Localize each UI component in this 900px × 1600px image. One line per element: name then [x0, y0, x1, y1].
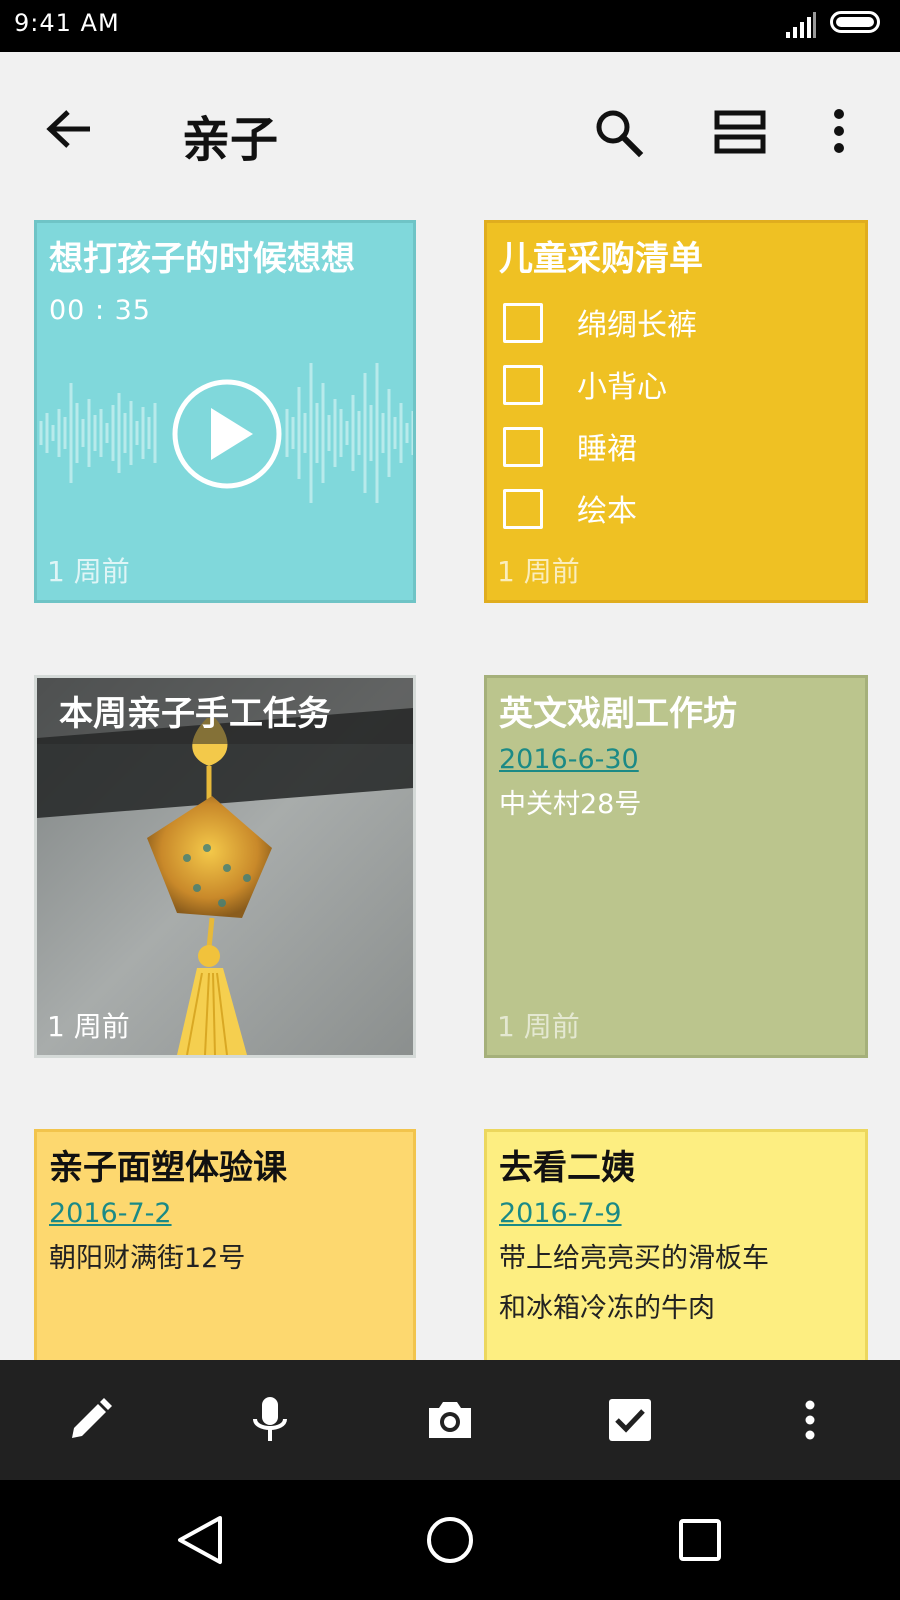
camera-icon — [429, 1402, 471, 1438]
app-toolbar: 亲子 — [0, 52, 900, 212]
checkbox[interactable] — [503, 427, 543, 467]
event-date-link[interactable]: 2016-6-30 — [499, 744, 639, 775]
note-card-checklist[interactable]: 儿童采购清单 绵绸长裤 小背心 睡裙 绘本 1 周前 — [484, 220, 868, 603]
checklist-item-label: 睡裙 — [577, 432, 637, 467]
checklist-item-label: 小背心 — [577, 370, 667, 405]
note-card-event[interactable]: 英文戏剧工作坊 2016-6-30 中关村28号 1 周前 — [484, 675, 868, 1058]
new-audio-note-button[interactable] — [244, 1394, 296, 1446]
event-location: 朝阳财满街12号 — [49, 1243, 246, 1274]
more-vert-icon — [805, 1400, 815, 1440]
note-time: 1 周前 — [47, 1010, 130, 1043]
note-text-line: 带上给亮亮买的滑板车 — [499, 1243, 769, 1274]
note-time: 1 周前 — [497, 1010, 580, 1043]
status-time: 9:41 AM — [14, 9, 120, 37]
note-time: 1 周前 — [497, 555, 580, 588]
event-date-link[interactable]: 2016-7-2 — [49, 1198, 172, 1229]
note-card-audio[interactable]: 想打孩子的时候想想 00 : 35 1 周前 — [34, 220, 416, 603]
nav-back-icon — [178, 1516, 222, 1564]
bottom-action-bar — [0, 1360, 900, 1480]
checklist-item: 绘本 — [503, 483, 843, 533]
note-card-event[interactable]: 亲子面塑体验课 2016-7-2 朝阳财满街12号 — [34, 1129, 416, 1389]
signal-icon — [786, 12, 816, 38]
checklist-item: 小背心 — [503, 359, 843, 409]
event-date-link[interactable]: 2016-7-9 — [499, 1198, 622, 1229]
new-text-note-button[interactable] — [64, 1394, 116, 1446]
checkbox[interactable] — [503, 365, 543, 405]
checklist-item: 绵绸长裤 — [503, 297, 843, 347]
note-title: 本周亲子手工任务 — [59, 694, 331, 734]
note-text-line: 和冰箱冷冻的牛肉 — [499, 1293, 715, 1324]
checklist-item: 睡裙 — [503, 421, 843, 471]
nav-recents-icon — [679, 1519, 721, 1561]
play-icon[interactable] — [171, 378, 283, 490]
system-nav-bar — [0, 1480, 900, 1600]
new-photo-note-button[interactable] — [424, 1394, 476, 1446]
note-title: 亲子面塑体验课 — [49, 1148, 287, 1188]
nav-recents-button[interactable] — [670, 1510, 730, 1570]
event-location: 中关村28号 — [499, 789, 642, 820]
checklist-item-label: 绵绸长裤 — [577, 308, 697, 343]
nav-home-icon — [427, 1517, 473, 1563]
back-arrow-icon[interactable] — [46, 108, 92, 150]
note-title: 去看二姨 — [499, 1148, 635, 1188]
search-icon[interactable] — [594, 108, 644, 158]
microphone-icon — [253, 1397, 287, 1441]
nav-home-button[interactable] — [420, 1510, 480, 1570]
checklist-item-label: 绘本 — [577, 494, 637, 529]
note-title: 想打孩子的时候想想 — [49, 239, 355, 279]
new-checklist-button[interactable] — [604, 1394, 656, 1446]
note-title: 儿童采购清单 — [499, 239, 703, 279]
pencil-icon — [72, 1398, 112, 1438]
note-title: 英文戏剧工作坊 — [499, 694, 737, 734]
checkbox[interactable] — [503, 489, 543, 529]
checkbox-icon — [609, 1399, 651, 1441]
page-title: 亲子 — [182, 112, 279, 168]
note-time: 1 周前 — [47, 555, 130, 588]
more-options-button[interactable] — [784, 1394, 836, 1446]
view-toggle-icon[interactable] — [714, 110, 766, 154]
audio-duration: 00 : 35 — [49, 295, 151, 326]
more-vert-icon[interactable] — [830, 108, 848, 154]
note-card-image[interactable]: 本周亲子手工任务 1 周前 — [34, 675, 416, 1058]
note-card-event[interactable]: 去看二姨 2016-7-9 带上给亮亮买的滑板车 和冰箱冷冻的牛肉 — [484, 1129, 868, 1389]
status-bar: 9:41 AM — [0, 0, 900, 52]
nav-back-button[interactable] — [170, 1510, 230, 1570]
checkbox[interactable] — [503, 303, 543, 343]
battery-icon — [830, 11, 880, 33]
